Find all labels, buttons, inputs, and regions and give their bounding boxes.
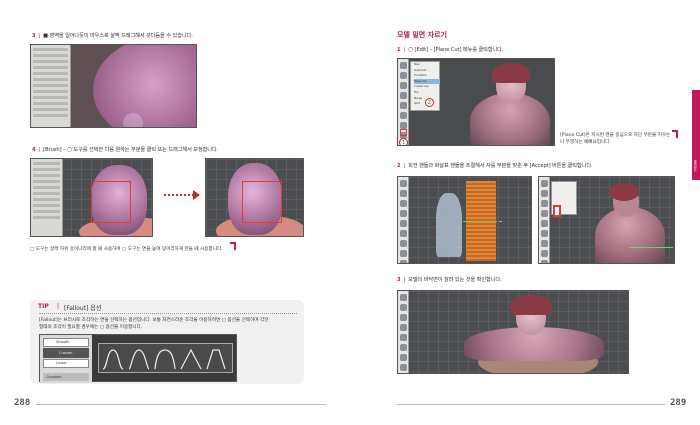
plane-cut-note-1: [Plane Cut]은 지시된 면을 중심으로 하단 부분을 지우는 <box>560 133 671 138</box>
callout-1: 1 <box>399 138 408 145</box>
plane-cut-note-2: 나 뚜껑하는 예뻐요입니다. <box>560 140 611 145</box>
step-number: 4 <box>32 147 36 153</box>
rotation-handle <box>458 221 502 222</box>
step-number: 3 <box>32 33 36 39</box>
step-text: ■ 영역을 일어나듯이 마우스로 살짝 드래그해서 갖다듬을 수 있습니다. <box>43 33 193 39</box>
cut-result-screenshot <box>397 290 629 374</box>
tip-body-line-2: 형태의 조각이 필요할 경우에는 ▢ 옵션을 이용합니다. <box>39 325 143 330</box>
plane-cut-menu-screenshot: New Duplicate Transform Plane Cut Create… <box>397 58 555 146</box>
tip-badge: TIP <box>38 303 49 310</box>
footer-rule-left <box>36 404 326 405</box>
side-tab-label: MEDIA <box>693 160 697 172</box>
model-hair <box>510 295 552 315</box>
page-number-right: 289 <box>670 398 687 408</box>
step-separator: | <box>403 47 406 53</box>
page-number-left: 288 <box>14 398 31 408</box>
tip-title: [Fallout] 옵션 <box>64 305 102 312</box>
step-2-instruction: 2 | 회전 핸들과 화살표 핸들을 조절해서 자를 부분을 맞춘 후 [Accep… <box>397 162 593 169</box>
footer-rule-right <box>397 404 665 405</box>
model-side-ghost <box>436 193 462 257</box>
zbrush-tool-panel <box>31 45 71 127</box>
step-number: 3 <box>397 277 401 283</box>
sculpt-screenshot-1 <box>30 44 197 128</box>
model-head-closeup <box>93 45 196 127</box>
section-heading: 모델 밑면 자르기 <box>397 31 447 39</box>
toolbar <box>398 177 409 263</box>
callout-2: 2 <box>425 98 434 107</box>
fallout-screenshot: Smooth Custom Linear Constant <box>39 334 237 383</box>
model-hair <box>609 183 639 201</box>
fallout-option-smooth[interactable]: Smooth <box>43 338 89 347</box>
zbrush-tool-panel <box>31 159 63 236</box>
cut-guide <box>629 247 673 248</box>
sculpt-after-screenshot <box>205 158 304 237</box>
transition-arrow-line <box>164 194 194 196</box>
model-hair <box>492 63 530 83</box>
tip-body-line-1: [Fallout]는 브러시로 조각하는 면을 선택하는 옵션입니다. 보통 자… <box>39 318 269 323</box>
chapter-side-tab: MEDIA <box>692 90 700 180</box>
corner-mark-icon <box>672 130 678 138</box>
step-separator: | <box>38 147 41 153</box>
step-separator: | <box>403 277 406 283</box>
step-text: 회전 핸들과 화살표 핸들을 조절해서 자를 부분을 맞춘 후 [Accept]… <box>408 163 593 169</box>
step-text: ▢ [Edit] – [Plane Cut] 메뉴를 클릭합니다. <box>408 47 504 53</box>
step-number: 1 <box>397 47 401 53</box>
step-3-instruction: 3 | ■ 영역을 일어나듯이 마우스로 살짝 드래그해서 갖다듬을 수 있습니다. <box>32 32 193 39</box>
accept-button[interactable] <box>553 205 561 217</box>
plane-cut-handles-screenshot <box>397 176 532 264</box>
step-text: [Brush] – ▢ 도구를 선택한 다음 원하는 부분을 클릭 또는 드래그… <box>43 147 219 153</box>
tip-box: TIP | [Fallout] 옵션 [Fallout]는 브러시로 조각하는 … <box>30 300 304 384</box>
step-separator: | <box>403 163 406 169</box>
accept-button-screenshot <box>538 176 675 264</box>
falloff-curves-icon <box>102 348 226 370</box>
brush-note: ▢ 도구는 살짝 하위 승이나리에 할 때 사용하며 ▢ 도구는 면을 높여 덩… <box>30 247 223 252</box>
tip-divider <box>39 313 297 314</box>
step-1-instruction: 1 | ▢ [Edit] – [Plane Cut] 메뉴를 클릭합니다. <box>397 46 504 53</box>
step-text: 모델의 바닥면이 잘려 있는 것을 확인합니다. <box>408 277 502 283</box>
corner-mark-icon <box>230 242 236 250</box>
toolbar <box>398 291 409 373</box>
fallout-option-constant[interactable]: Constant <box>43 373 89 381</box>
step-4-instruction: 4 | [Brush] – ▢ 도구를 선택한 다음 원하는 부분을 클릭 또는 드… <box>32 146 218 153</box>
step-number: 2 <box>397 163 401 169</box>
fallout-option-custom[interactable]: Custom <box>43 348 89 358</box>
brush-cursor <box>123 113 143 127</box>
arrow-head-icon <box>193 190 200 200</box>
falloff-curves-strip <box>98 343 233 373</box>
fallout-menu: Smooth Custom Linear Constant <box>40 335 92 383</box>
selection-box <box>242 181 282 223</box>
edit-tool-highlight <box>400 129 407 136</box>
step-3-instruction: 3 | 모델의 바닥면이 잘려 있는 것을 확인합니다. <box>397 276 502 283</box>
toolbar <box>539 177 550 263</box>
fallout-option-linear[interactable]: Linear <box>43 359 89 368</box>
sculpt-before-screenshot <box>30 158 153 237</box>
selection-box <box>91 181 131 223</box>
tip-separator: | <box>57 303 60 310</box>
step-separator: | <box>38 33 41 39</box>
